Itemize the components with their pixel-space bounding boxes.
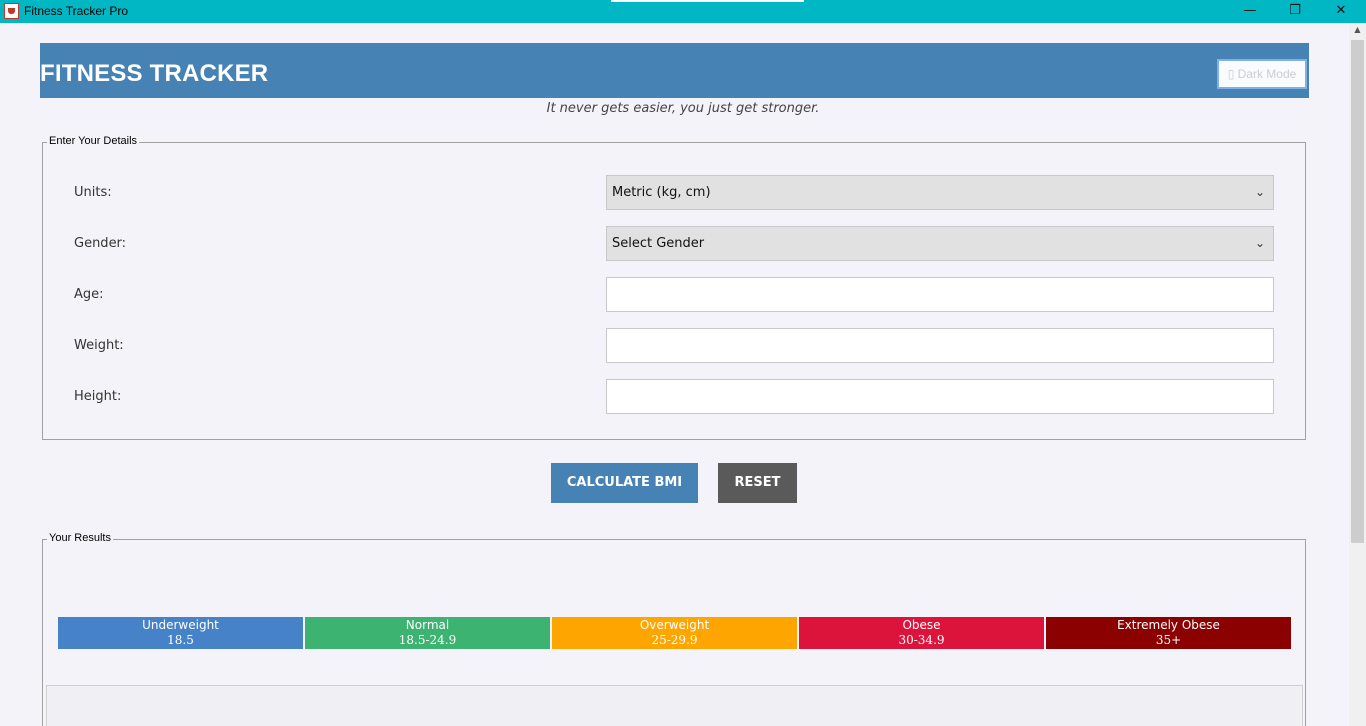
weight-label: Weight: — [74, 338, 124, 353]
units-label: Units: — [74, 185, 112, 200]
scroll-up-icon[interactable]: ▲ — [1349, 25, 1366, 34]
gender-select[interactable]: Select Gender ⌄ — [606, 226, 1274, 261]
restore-icon[interactable]: ❐ — [1272, 0, 1318, 23]
app-title: FITNESS TRACKER — [40, 60, 269, 87]
gender-select-value: Select Gender — [612, 236, 705, 251]
gender-label: Gender: — [74, 236, 127, 251]
app-header: FITNESS TRACKER ▯ Dark Mode — [40, 43, 1309, 98]
window-title: Fitness Tracker Pro — [24, 4, 129, 18]
bmi-scale: Underweight 18.5 Normal 18.5-24.9 Overwe… — [58, 617, 1291, 649]
window-titlebar: Fitness Tracker Pro — ❐ ✕ — [0, 0, 1366, 23]
bmi-category-name: Obese — [902, 618, 941, 632]
bmi-category-obese: Obese 30-34.9 — [799, 617, 1044, 649]
bmi-category-range: 18.5-24.9 — [398, 633, 457, 647]
bmi-category-range: 35+ — [1155, 633, 1182, 647]
weight-input[interactable] — [606, 328, 1274, 363]
result-output-box — [46, 685, 1303, 726]
bmi-category-range: 25-29.9 — [651, 633, 698, 647]
height-input[interactable] — [606, 379, 1274, 414]
bmi-category-normal: Normal 18.5-24.9 — [305, 617, 550, 649]
java-app-icon — [4, 3, 19, 19]
bmi-category-name: Overweight — [639, 618, 710, 632]
bmi-category-name: Extremely Obese — [1117, 618, 1220, 632]
scrollbar-thumb[interactable] — [1351, 40, 1364, 543]
close-icon[interactable]: ✕ — [1318, 0, 1364, 23]
reset-button[interactable]: RESET — [718, 463, 797, 503]
bmi-category-name: Normal — [405, 618, 450, 632]
age-label: Age: — [74, 287, 104, 302]
vertical-scrollbar[interactable]: ▲ — [1349, 23, 1366, 726]
bmi-category-name: Underweight — [142, 618, 219, 632]
bmi-category-overweight: Overweight 25-29.9 — [552, 617, 797, 649]
units-select-value: Metric (kg, cm) — [612, 185, 711, 200]
bmi-category-range: 30-34.9 — [898, 633, 945, 647]
details-legend: Enter Your Details — [47, 135, 140, 147]
results-legend: Your Results — [47, 532, 113, 544]
age-input[interactable] — [606, 277, 1274, 312]
motivational-quote: It never gets easier, you just get stron… — [546, 101, 820, 116]
calculate-bmi-button[interactable]: CALCULATE BMI — [551, 463, 698, 503]
bmi-category-underweight: Underweight 18.5 — [58, 617, 303, 649]
bmi-category-range: 18.5 — [167, 633, 194, 647]
titlebar-highlight — [611, 0, 804, 2]
chevron-down-icon: ⌄ — [1254, 185, 1265, 199]
bmi-category-extremely-obese: Extremely Obese 35+ — [1046, 617, 1291, 649]
minimize-icon[interactable]: — — [1227, 0, 1273, 23]
units-select[interactable]: Metric (kg, cm) ⌄ — [606, 175, 1274, 210]
height-label: Height: — [74, 389, 122, 404]
dark-mode-button[interactable]: ▯ Dark Mode — [1217, 59, 1307, 89]
chevron-down-icon: ⌄ — [1254, 236, 1265, 250]
